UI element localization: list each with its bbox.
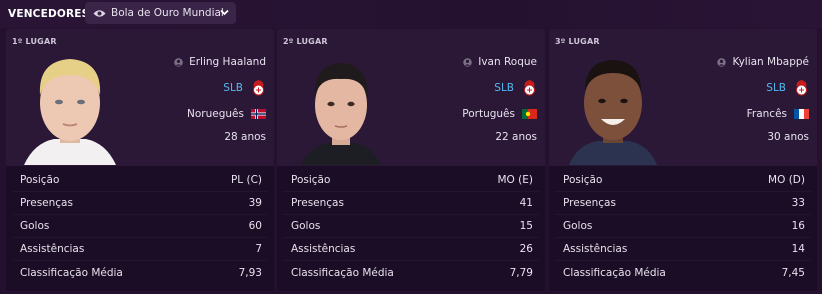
stat-value: 14 xyxy=(791,243,805,255)
stat-row-goals: Golos 16 xyxy=(555,215,811,238)
stat-label: Presenças xyxy=(20,197,73,209)
benfica-crest-icon xyxy=(796,80,807,96)
portugal-flag-icon xyxy=(522,109,537,119)
stat-label: Golos xyxy=(563,220,593,232)
winner-card-header: 3º LUGAR Kylian Mbappé SLB Francês 30 an… xyxy=(549,29,817,166)
stat-value: 60 xyxy=(248,220,262,232)
nationality-link[interactable]: Francês xyxy=(747,108,787,120)
page-title: VENCEDORES xyxy=(8,8,90,20)
stat-label: Presenças xyxy=(563,197,616,209)
stat-value: 7,45 xyxy=(781,266,805,279)
player-name-link[interactable]: Erling Haaland xyxy=(189,56,266,68)
stat-row-assists: Assistências 7 xyxy=(12,238,268,261)
stats-table: Posição PL (C) Presenças 39 Golos 60 Ass… xyxy=(12,169,268,284)
nationality-link[interactable]: Norueguês xyxy=(187,108,244,120)
stat-value: 41 xyxy=(519,197,533,209)
stat-row-apps: Presenças 41 xyxy=(283,192,539,215)
stat-value: 15 xyxy=(519,220,533,232)
stat-value: 7,93 xyxy=(238,266,262,279)
player-name-link[interactable]: Ivan Roque xyxy=(478,56,537,68)
stat-value: 26 xyxy=(519,243,533,255)
stat-row-assists: Assistências 26 xyxy=(283,238,539,261)
stat-value: MO (E) xyxy=(497,174,534,186)
stat-label: Posição xyxy=(20,174,60,186)
header-bar: VENCEDORES Bola de Ouro Mundial xyxy=(0,0,822,28)
stat-value: MO (D) xyxy=(768,174,805,186)
eye-icon xyxy=(93,9,106,17)
stat-value: 39 xyxy=(248,197,262,209)
person-icon xyxy=(463,57,472,67)
rank-label: 3º LUGAR xyxy=(555,37,600,46)
stat-label: Assistências xyxy=(291,243,356,255)
chevron-down-icon xyxy=(220,9,229,16)
benfica-crest-icon xyxy=(253,80,264,96)
stats-table: Posição MO (E) Presenças 41 Golos 15 Ass… xyxy=(283,169,539,284)
stat-row-apps: Presenças 33 xyxy=(555,192,811,215)
winner-card-2: 2º LUGAR Ivan Roque SLB Português 22 ano… xyxy=(277,29,545,291)
stat-label: Posição xyxy=(563,174,603,186)
norway-flag-icon xyxy=(251,109,266,119)
player-photo xyxy=(24,59,116,165)
stat-row-goals: Golos 60 xyxy=(12,215,268,238)
stat-row-apps: Presenças 39 xyxy=(12,192,268,215)
stats-table: Posição MO (D) Presenças 33 Golos 16 Ass… xyxy=(555,169,811,284)
stat-value: 7,79 xyxy=(509,266,533,279)
stat-label: Classificação Média xyxy=(20,266,123,279)
benfica-crest-icon xyxy=(524,80,535,96)
stat-value: PL (C) xyxy=(230,174,262,186)
stat-label: Golos xyxy=(291,220,321,232)
stat-row-rating: Classificação Média 7,93 xyxy=(12,261,268,284)
stat-value: 7 xyxy=(255,243,262,255)
stat-label: Posição xyxy=(291,174,331,186)
person-icon xyxy=(174,57,183,67)
player-photo xyxy=(301,63,381,165)
player-age: 30 anos xyxy=(767,131,809,143)
club-link[interactable]: SLB xyxy=(223,82,243,94)
stat-row-rating: Classificação Média 7,79 xyxy=(283,261,539,284)
player-photo xyxy=(569,60,657,165)
club-link[interactable]: SLB xyxy=(766,82,786,94)
nationality-link[interactable]: Português xyxy=(462,108,515,120)
stat-label: Assistências xyxy=(563,243,628,255)
stat-value: 16 xyxy=(791,220,805,232)
winner-card-header: 2º LUGAR Ivan Roque SLB Português 22 ano… xyxy=(277,29,545,166)
winner-card-1: 1º LUGAR Erling Haaland SLB Norueguês 28… xyxy=(6,29,274,291)
rank-label: 2º LUGAR xyxy=(283,37,328,46)
winner-card-header: 1º LUGAR Erling Haaland SLB Norueguês 28… xyxy=(6,29,274,166)
award-dropdown-label: Bola de Ouro Mundial xyxy=(111,7,224,19)
club-link[interactable]: SLB xyxy=(494,82,514,94)
player-name-link[interactable]: Kylian Mbappé xyxy=(732,56,809,68)
stat-label: Classificação Média xyxy=(291,266,394,279)
stat-row-position: Posição MO (E) xyxy=(283,169,539,192)
france-flag-icon xyxy=(794,109,809,119)
player-age: 22 anos xyxy=(495,131,537,143)
stat-label: Classificação Média xyxy=(563,266,666,279)
award-dropdown[interactable]: Bola de Ouro Mundial xyxy=(85,2,236,24)
stat-row-position: Posição PL (C) xyxy=(12,169,268,192)
stat-row-rating: Classificação Média 7,45 xyxy=(555,261,811,284)
stat-value: 33 xyxy=(791,197,805,209)
stat-row-assists: Assistências 14 xyxy=(555,238,811,261)
stat-label: Golos xyxy=(20,220,50,232)
stat-label: Presenças xyxy=(291,197,344,209)
person-icon xyxy=(717,57,727,67)
stat-label: Assistências xyxy=(20,243,85,255)
stat-row-position: Posição MO (D) xyxy=(555,169,811,192)
rank-label: 1º LUGAR xyxy=(12,37,57,46)
winner-card-3: 3º LUGAR Kylian Mbappé SLB Francês 30 an… xyxy=(549,29,817,291)
player-age: 28 anos xyxy=(224,131,266,143)
stat-row-goals: Golos 15 xyxy=(283,215,539,238)
